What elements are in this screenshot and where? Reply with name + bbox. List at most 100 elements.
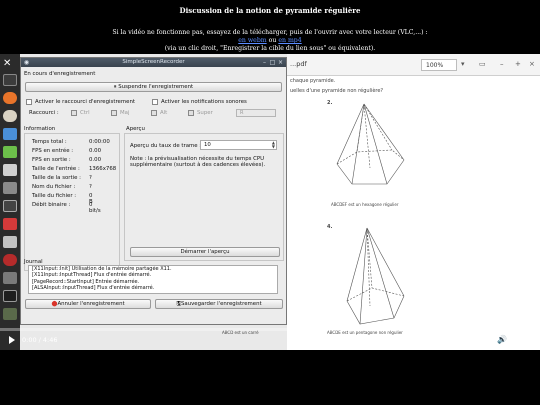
figure-2-caption: ABCDEF est un hexagone régulier [331,202,399,207]
info-label: Nom du fichier : [32,184,76,190]
info-row: Taille de la sortie :? [32,175,92,181]
terminal-icon[interactable] [3,74,17,86]
preview-section-title: Aperçu [126,126,145,132]
info-line-3: (via un clic droit, "Enregistrer la cibl… [164,45,376,52]
figure-4-number: 4. [327,224,333,230]
pdf-text-1: chaque pyramide. [290,78,336,84]
pyramid-pentagon-figure [346,227,405,325]
info-label: Débit binaire : [32,202,71,208]
window-minimize-icon[interactable]: – [261,59,268,66]
mp4-link[interactable]: en mp4 [278,37,301,44]
info-value: ? [89,175,92,181]
editor-icon[interactable] [3,146,17,158]
key-select[interactable]: R [236,109,276,117]
recorder-window: ◉ SimpleScreenRecorder – □ × En cours d'… [20,57,287,325]
window-title: SimpleScreenRecorder [122,59,185,65]
shift-label: Maj [120,110,130,116]
journal-log[interactable]: [X11Input::Init] Utilisation de la mémoi… [28,265,278,294]
window-menu-icon[interactable]: ◉ [23,59,30,66]
hotkey-label: Activer le raccourci d'enregistrement [35,99,135,105]
app-icon[interactable] [3,128,17,140]
sound-checkbox[interactable] [152,99,158,105]
info-label: FPS en sortie : [32,157,71,163]
play-icon[interactable] [9,336,15,344]
chrome-icon[interactable] [3,110,17,122]
preview-rate-value: 10 [204,142,211,148]
info-value: 0:00:00 [89,139,110,145]
preview-rate-label: Aperçu du taux de trame : [130,143,202,149]
window-maximize-icon[interactable]: □ [269,59,276,66]
save-recording-label: Sauvegarder l'enregistrement [180,301,262,307]
info-row: Taille de l'entrée : 1366x768 [32,166,116,172]
pause-recording-button[interactable]: ⏸ Suspendre l'enregistrement [25,82,282,92]
info-row: Taille du fichier :0 B [32,193,93,205]
close-pdf-icon[interactable]: × [529,60,535,68]
player-controls: 0:00 / 4:46 🔊 ⛶ [0,333,540,347]
fullscreen-icon[interactable]: ⛶ [517,335,523,345]
pdf-toolbar: ...pdf 100% ▾ ▭ – + × [287,54,540,76]
camera-icon[interactable] [3,200,17,212]
shift-checkbox[interactable] [111,110,117,116]
files-icon[interactable] [3,164,17,176]
link-separator: ou [266,37,279,44]
info-value: 0.00 [89,148,102,154]
pdf-filename: ...pdf [290,60,307,68]
info-value: 0 bit/s [89,202,101,214]
info-row: FPS en entrée : 0.00 [32,148,101,154]
pause-recording-label: Suspendre l'enregistrement [118,84,194,90]
info-section-title: Information [24,126,56,132]
start-preview-button[interactable]: Démarrer l'aperçu [130,247,280,257]
super-label: Super [197,110,213,116]
chevron-down-icon[interactable]: ▾ [461,60,465,68]
webm-link[interactable]: en webm [238,37,266,44]
alt-label: Alt [160,110,168,116]
info-row: FPS en sortie : 0.00 [32,157,101,163]
hotkey-checkbox[interactable] [26,99,32,105]
spin-arrows-icon[interactable]: ▲ ▼ [272,141,275,149]
zoom-select[interactable]: 100% [421,59,457,71]
preview-note: Note : la prévisualisation nécessite du … [130,156,266,169]
alt-checkbox[interactable] [151,110,157,116]
ctrl-label: Ctrl [80,110,90,116]
media-icon[interactable] [3,236,17,248]
info-value: 1366x768 [89,166,117,172]
save-recording-button[interactable]: 🖫Sauvegarder l'enregistrement [155,299,283,309]
log-line: [ALSAInput::InputThread] Flux d'entrée d… [32,285,155,292]
video-player[interactable]: ✕ ...pdf 100% ▾ ▭ – + × chaque pyramide.… [0,54,540,350]
cancel-recording-button[interactable]: ⬤Annuler l'enregistrement [25,299,151,309]
sound-label: Activer les notifications sonores [161,99,247,105]
info-value: ? [89,184,92,190]
trash-icon[interactable] [3,308,17,320]
info-label: Taille du fichier : [32,193,77,199]
info-row: Débit binaire : 0 bit/s [32,202,101,214]
playback-time: 0:00 / 4:46 [22,336,58,344]
window-close-icon[interactable]: × [277,59,284,66]
shortcut-label: Raccourci : [29,110,59,116]
key-select-value: R [240,110,244,116]
recording-section-label: En cours d'enregistrement [24,71,96,77]
disk-icon[interactable] [3,272,17,284]
preview-rate-spinbox[interactable]: 10 ▲ ▼ [200,140,277,150]
info-label: Taille de la sortie : [32,175,81,181]
terminal2-icon[interactable] [3,290,17,302]
recorder-icon[interactable] [3,254,17,266]
close-icon[interactable]: ✕ [3,58,17,70]
ctrl-checkbox[interactable] [71,110,77,116]
preview-panel: Aperçu du taux de trame : 10 ▲ ▼ Note : l… [124,133,284,261]
window-titlebar[interactable]: ◉ SimpleScreenRecorder – □ × [21,58,286,67]
info-value: 0.00 [89,157,102,163]
download-info: Si la vidéo ne fonctionne pas, essayez d… [0,29,540,53]
page-title: Discussion de la notion de pyramide régu… [179,6,361,15]
sidebar-icon[interactable]: ▭ [479,60,486,68]
mail-icon[interactable] [3,218,17,230]
info-line-1: Si la vidéo ne fonctionne pas, essayez d… [112,29,428,36]
browser-icon[interactable] [3,92,17,104]
maximize-icon[interactable]: + [515,60,521,68]
info-row: Nom du fichier :? [32,184,92,190]
volume-icon[interactable]: 🔊 [497,335,507,344]
video-progress-bar[interactable] [0,328,540,331]
minimize-icon[interactable]: – [500,60,504,68]
super-checkbox[interactable] [188,110,194,116]
info-label: Taille de l'entrée : [32,166,80,172]
settings-icon[interactable] [3,182,17,194]
